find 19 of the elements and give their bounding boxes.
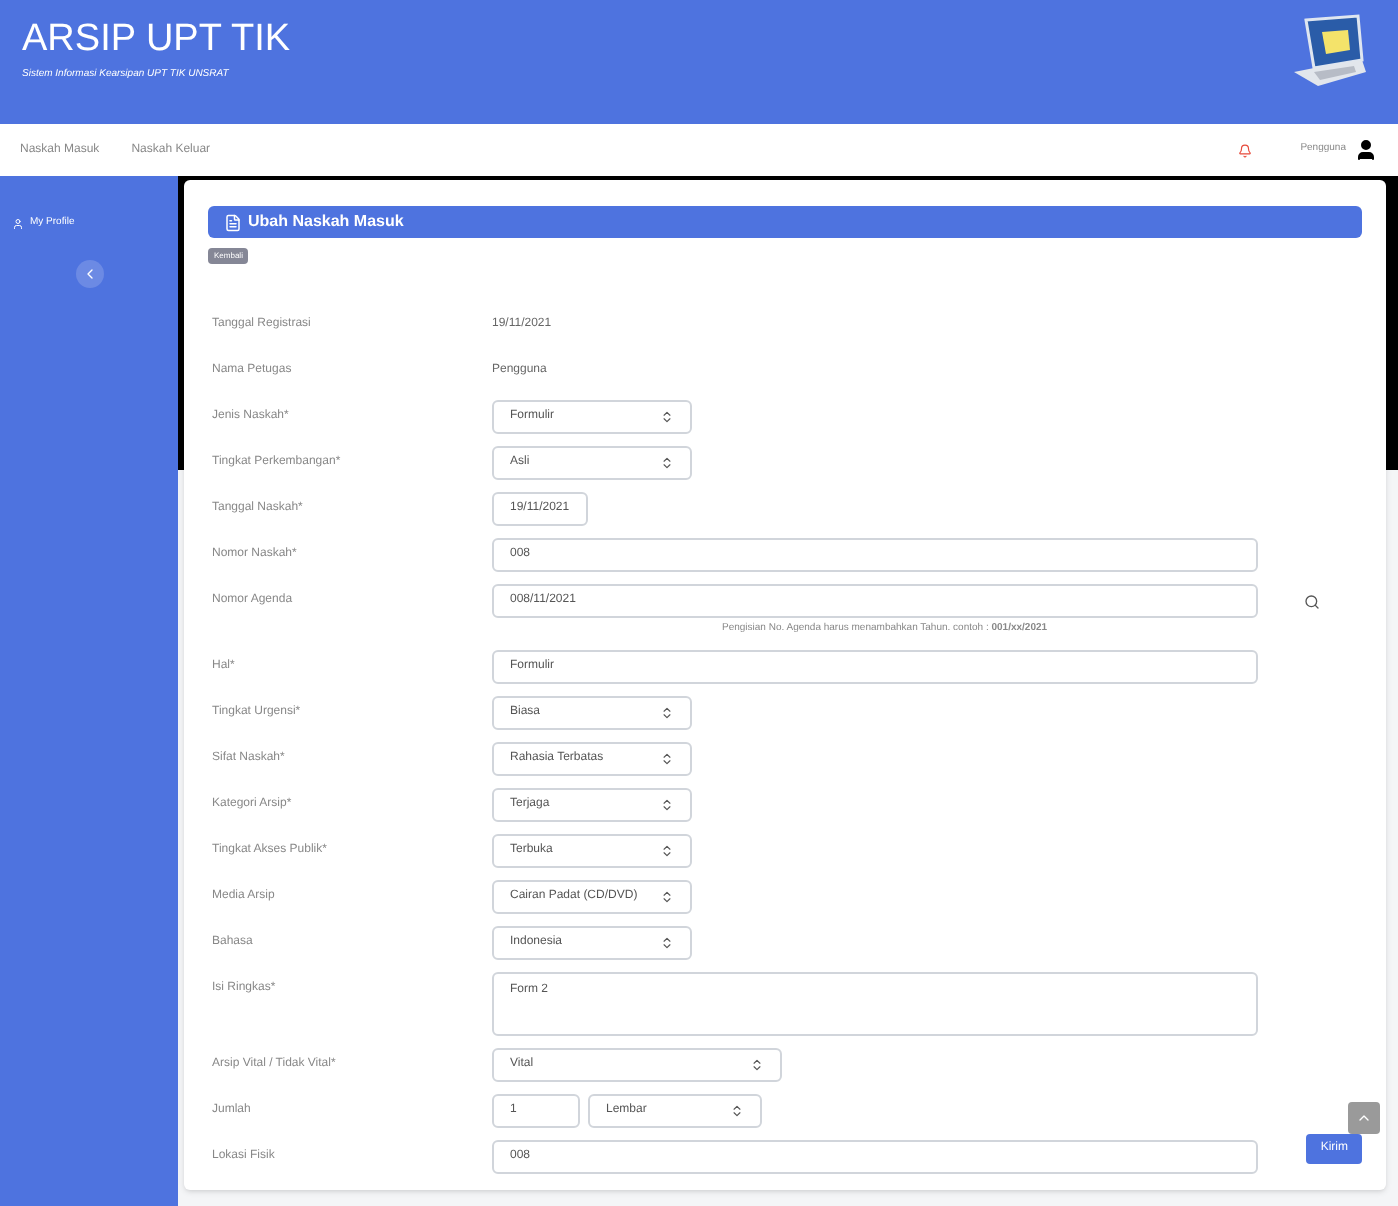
caret-icon	[660, 797, 674, 811]
search-icon[interactable]	[1304, 593, 1320, 609]
document-icon	[224, 213, 242, 231]
caret-icon	[730, 1103, 744, 1117]
app-title: ARSIP UPT TIK	[22, 18, 291, 62]
caret-icon	[660, 889, 674, 903]
caret-icon	[660, 935, 674, 949]
card-title: Ubah Naskah Masuk	[248, 210, 404, 234]
caret-icon	[660, 843, 674, 857]
sidebar-toggle-button[interactable]	[75, 259, 103, 287]
bell-icon[interactable]	[1238, 143, 1253, 157]
caret-icon	[660, 751, 674, 765]
user-icon[interactable]	[1354, 138, 1378, 162]
caret-icon	[660, 456, 674, 470]
caret-icon	[660, 410, 674, 424]
user-icon	[12, 217, 24, 230]
caret-icon	[750, 1057, 764, 1071]
caret-icon	[660, 705, 674, 719]
chevron-up-icon	[1356, 1110, 1372, 1126]
